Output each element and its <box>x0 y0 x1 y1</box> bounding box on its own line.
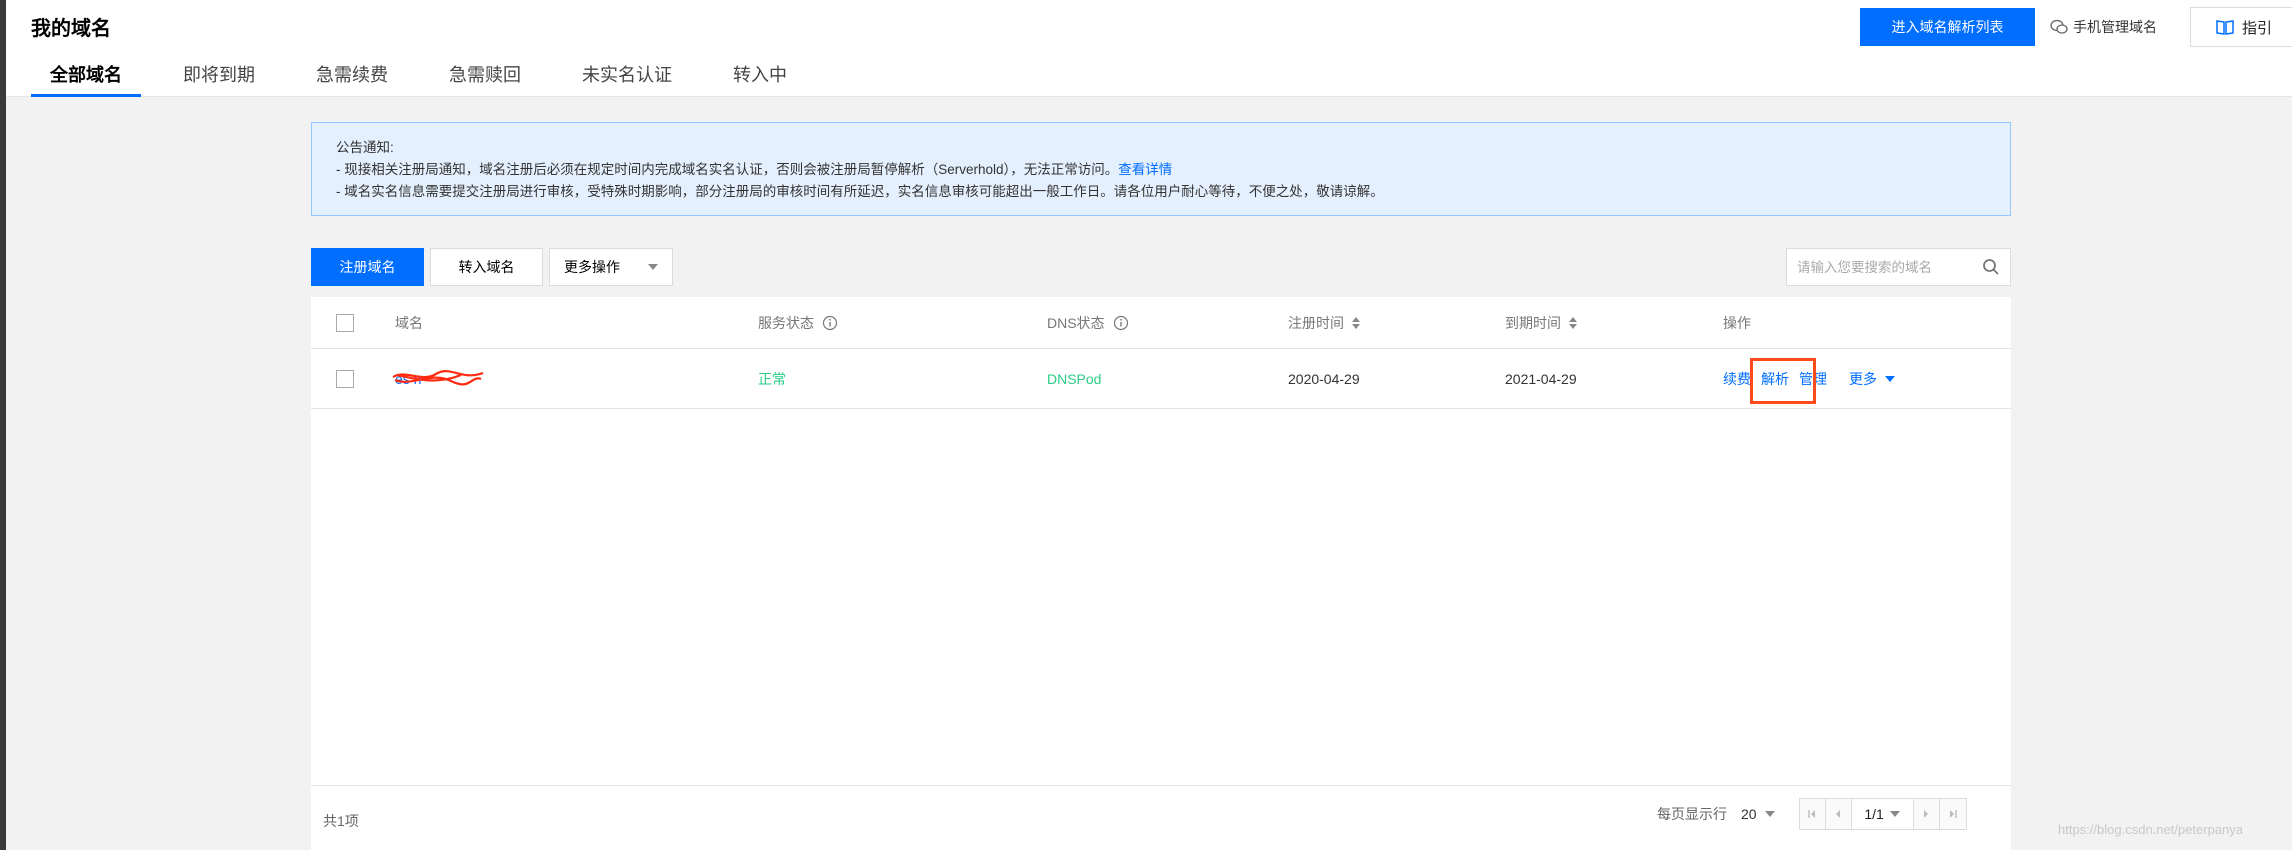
tab-all-domains[interactable]: 全部域名 <box>31 60 141 97</box>
notice-details-link[interactable]: 查看详情 <box>1118 162 1172 177</box>
watermark: https://blog.csdn.net/peterpanya <box>2058 822 2244 837</box>
info-icon[interactable] <box>822 315 838 331</box>
mobile-manage-label: 手机管理域名 <box>2073 19 2157 35</box>
row-actions: 续费 解析 管理 更多 <box>1723 349 1895 408</box>
chevron-down-icon <box>1889 811 1900 817</box>
select-all-checkbox[interactable] <box>336 313 354 332</box>
col-actions: 操作 <box>1723 314 1751 331</box>
table-header: 域名 服务状态 DNS状态 注册时间 到期时间 操作 <box>311 297 2011 349</box>
mobile-manage-link[interactable]: 手机管理域名 <box>2050 8 2157 46</box>
more-actions-dropdown[interactable]: 更多操作 <box>549 248 673 286</box>
toolbar: 注册域名 转入域名 更多操作 <box>311 248 673 286</box>
first-page-button[interactable] <box>1799 799 1826 829</box>
domain-name-link[interactable]: es n <box>392 369 484 387</box>
window-edge <box>0 0 6 850</box>
col-domain: 域名 <box>395 314 423 331</box>
wechat-icon <box>2050 19 2068 34</box>
sort-icon <box>1569 316 1577 329</box>
resolve-link[interactable]: 解析 <box>1761 369 1789 389</box>
tab-renew-urgent[interactable]: 急需续费 <box>297 60 407 97</box>
chevron-down-icon <box>648 264 658 270</box>
expire-time-value: 2021-04-29 <box>1505 370 1577 387</box>
more-actions-menu[interactable]: 更多 <box>1849 369 1895 389</box>
page-size-select[interactable]: 20 <box>1741 806 1775 822</box>
first-page-icon <box>1808 810 1816 818</box>
page-header: 我的域名 全部域名 即将到期 急需续费 急需赎回 未实名认证 转入中 进入域名解… <box>6 0 2292 97</box>
guide-button[interactable]: 指引 <box>2190 7 2292 47</box>
last-page-button[interactable] <box>1939 799 1966 829</box>
table-row: es n 正常 DNSPod 2020-04-29 2021-04-29 续费 … <box>311 349 2011 409</box>
tab-redeem-urgent[interactable]: 急需赎回 <box>430 60 540 97</box>
row-checkbox[interactable] <box>336 369 354 388</box>
register-domain-button[interactable]: 注册域名 <box>311 248 424 286</box>
page-size-label: 每页显示行 <box>1657 806 1727 822</box>
renew-link[interactable]: 续费 <box>1723 369 1751 389</box>
search-icon[interactable] <box>1982 258 2000 276</box>
domain-tabs: 全部域名 即将到期 急需续费 急需赎回 未实名认证 转入中 <box>31 60 829 97</box>
pager-buttons: 1/1 <box>1798 798 1967 830</box>
col-reg-time[interactable]: 注册时间 <box>1288 297 1360 348</box>
total-count: 共1项 <box>323 813 359 829</box>
page-title: 我的域名 <box>31 18 111 40</box>
table-footer: 共1项 每页显示行 20 1/1 <box>311 785 2011 850</box>
more-actions-label: 更多操作 <box>564 259 620 275</box>
col-service-status: 服务状态 <box>758 297 838 348</box>
col-expire-time[interactable]: 到期时间 <box>1505 297 1577 348</box>
prev-page-button[interactable] <box>1825 799 1852 829</box>
pagination: 每页显示行 20 1/1 <box>1657 798 1967 830</box>
notice-line-2: - 域名实名信息需要提交注册局进行审核，受特殊时期影响，部分注册局的审核时间有所… <box>336 184 1384 199</box>
tab-transferring[interactable]: 转入中 <box>714 60 806 97</box>
transfer-domain-button[interactable]: 转入域名 <box>430 248 543 286</box>
dns-list-button[interactable]: 进入域名解析列表 <box>1860 8 2035 46</box>
dns-status-value: DNSPod <box>1047 370 1102 387</box>
domain-table: 域名 服务状态 DNS状态 注册时间 到期时间 操作 es n 正常 DNSPo… <box>311 297 2011 850</box>
service-status-value: 正常 <box>758 370 786 387</box>
tab-expiring-soon[interactable]: 即将到期 <box>164 60 274 97</box>
sort-icon <box>1352 316 1360 329</box>
info-icon[interactable] <box>1113 315 1129 331</box>
notice-banner: 公告通知: - 现接相关注册局通知，域名注册后必须在规定时间内完成域名实名认证，… <box>311 122 2011 216</box>
last-page-icon <box>1949 810 1957 818</box>
chevron-down-icon <box>1764 811 1775 817</box>
notice-line-1: - 现接相关注册局通知，域名注册后必须在规定时间内完成域名实名认证，否则会被注册… <box>336 162 1173 177</box>
tab-unverified[interactable]: 未实名认证 <box>563 60 691 97</box>
domain-search <box>1786 248 2011 286</box>
manage-link[interactable]: 管理 <box>1799 369 1827 389</box>
page-indicator[interactable]: 1/1 <box>1851 799 1914 829</box>
chevron-down-icon <box>1885 375 1895 382</box>
next-page-icon <box>1924 810 1929 818</box>
prev-page-icon <box>1836 810 1841 818</box>
notice-title: 公告通知: <box>336 140 394 155</box>
reg-time-value: 2020-04-29 <box>1288 370 1360 387</box>
search-input[interactable] <box>1797 259 1982 275</box>
col-dns-status: DNS状态 <box>1047 297 1129 348</box>
guide-label: 指引 <box>2241 19 2272 37</box>
book-icon <box>2216 20 2234 35</box>
next-page-button[interactable] <box>1913 799 1940 829</box>
